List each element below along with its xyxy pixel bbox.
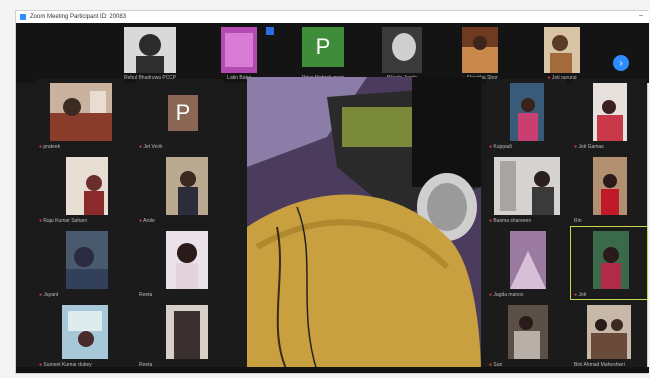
participant-video bbox=[166, 231, 208, 289]
strip-tile[interactable]: ● Shrubha Shor bbox=[462, 27, 498, 81]
participant-name: ● Jayant bbox=[39, 292, 59, 298]
minimize-button[interactable]: – bbox=[639, 12, 643, 19]
participant-video bbox=[494, 157, 560, 215]
participant-name: ● Jet Verik bbox=[139, 144, 163, 150]
participant-tile[interactable]: Reeta bbox=[136, 227, 224, 299]
participant-video bbox=[508, 305, 548, 359]
participant-tile[interactable]: ● Jagda manos bbox=[486, 227, 566, 299]
participant-tile[interactable]: ● Jayant bbox=[36, 227, 124, 299]
participant-video bbox=[382, 27, 422, 73]
participant-tile[interactable]: P ● Jet Verik bbox=[136, 79, 224, 151]
participant-name: ● Kuppadi bbox=[489, 144, 512, 150]
participant-tile[interactable]: ● Joti Gamas bbox=[571, 79, 647, 151]
participant-name: ● Raju Kumar Sahani bbox=[39, 218, 87, 224]
strip-tile[interactable]: Nikeda Jagde bbox=[382, 27, 422, 81]
participant-name: ● prateek bbox=[39, 144, 61, 150]
participant-video bbox=[587, 305, 631, 359]
strip-tile[interactable]: ● Joti gurung bbox=[544, 27, 580, 81]
zoom-logo-icon bbox=[20, 14, 26, 20]
strip-tile[interactable] bbox=[266, 27, 278, 73]
participant-video bbox=[462, 27, 498, 73]
participant-tile[interactable]: ● Joti bbox=[570, 226, 648, 300]
blue-square-icon bbox=[266, 27, 274, 35]
participant-video bbox=[166, 305, 208, 359]
active-speaker-video[interactable] bbox=[247, 77, 481, 371]
strip-tile[interactable]: P Priya Mehrah-main bbox=[302, 27, 344, 81]
participant-video bbox=[66, 157, 108, 215]
strip-tile[interactable]: Latin Batuj bbox=[221, 27, 257, 81]
participant-name: ● Arole bbox=[139, 218, 155, 224]
participant-tile[interactable]: ● Sun bbox=[486, 301, 566, 369]
participant-tile[interactable]: ● prateek bbox=[36, 79, 124, 151]
participant-video bbox=[50, 83, 112, 141]
participant-video bbox=[593, 231, 629, 289]
participant-avatar: P bbox=[302, 27, 344, 67]
strip-tile[interactable]: Rehul Bhadruwa PCCP bbox=[124, 27, 176, 81]
participant-avatar: P bbox=[168, 95, 198, 131]
participant-video bbox=[124, 27, 176, 73]
participant-video bbox=[221, 27, 257, 73]
participant-video bbox=[593, 83, 627, 141]
participant-tile[interactable]: ● Kuppadi bbox=[486, 79, 566, 151]
participant-tile[interactable]: Rin bbox=[571, 153, 647, 225]
speaker-video-frame bbox=[247, 77, 481, 371]
participant-video bbox=[166, 157, 208, 215]
participant-tile[interactable]: ● Sumeet Kumar dubey bbox=[36, 301, 124, 369]
participant-video bbox=[510, 83, 544, 141]
participant-tile[interactable]: Reeta bbox=[136, 301, 224, 369]
title-bar: Zoom Meeting Participant ID: 20083 – bbox=[16, 11, 649, 23]
participant-tile[interactable]: ● Arole bbox=[136, 153, 224, 225]
participant-video bbox=[510, 231, 546, 289]
participant-name: ● Joti Gamas bbox=[574, 144, 604, 150]
window-title: Zoom Meeting Participant ID: 20083 bbox=[30, 14, 127, 20]
chevron-right-icon[interactable]: › bbox=[613, 55, 629, 71]
meeting-toolbar bbox=[16, 367, 649, 373]
participant-video bbox=[544, 27, 580, 73]
participant-name: Rin bbox=[574, 218, 582, 224]
participant-name: ● Jagda manos bbox=[489, 292, 524, 298]
participant-name: ● Basma shareeen bbox=[489, 218, 532, 224]
zoom-window: Zoom Meeting Participant ID: 20083 – Reh… bbox=[15, 10, 649, 374]
top-participant-strip: Rehul Bhadruwa PCCP Latin Batuj P Priya … bbox=[16, 23, 649, 83]
participant-name: Reeta bbox=[139, 292, 153, 298]
participant-video bbox=[593, 157, 627, 215]
participant-name: ● Joti bbox=[574, 292, 587, 298]
participant-tile[interactable]: Bini Ahmad Maheshwri bbox=[571, 301, 647, 369]
participant-video bbox=[62, 305, 108, 359]
participant-tile[interactable]: ● Raju Kumar Sahani bbox=[36, 153, 124, 225]
participant-video bbox=[66, 231, 108, 289]
participant-tile[interactable]: ● Basma shareeen bbox=[486, 153, 566, 225]
